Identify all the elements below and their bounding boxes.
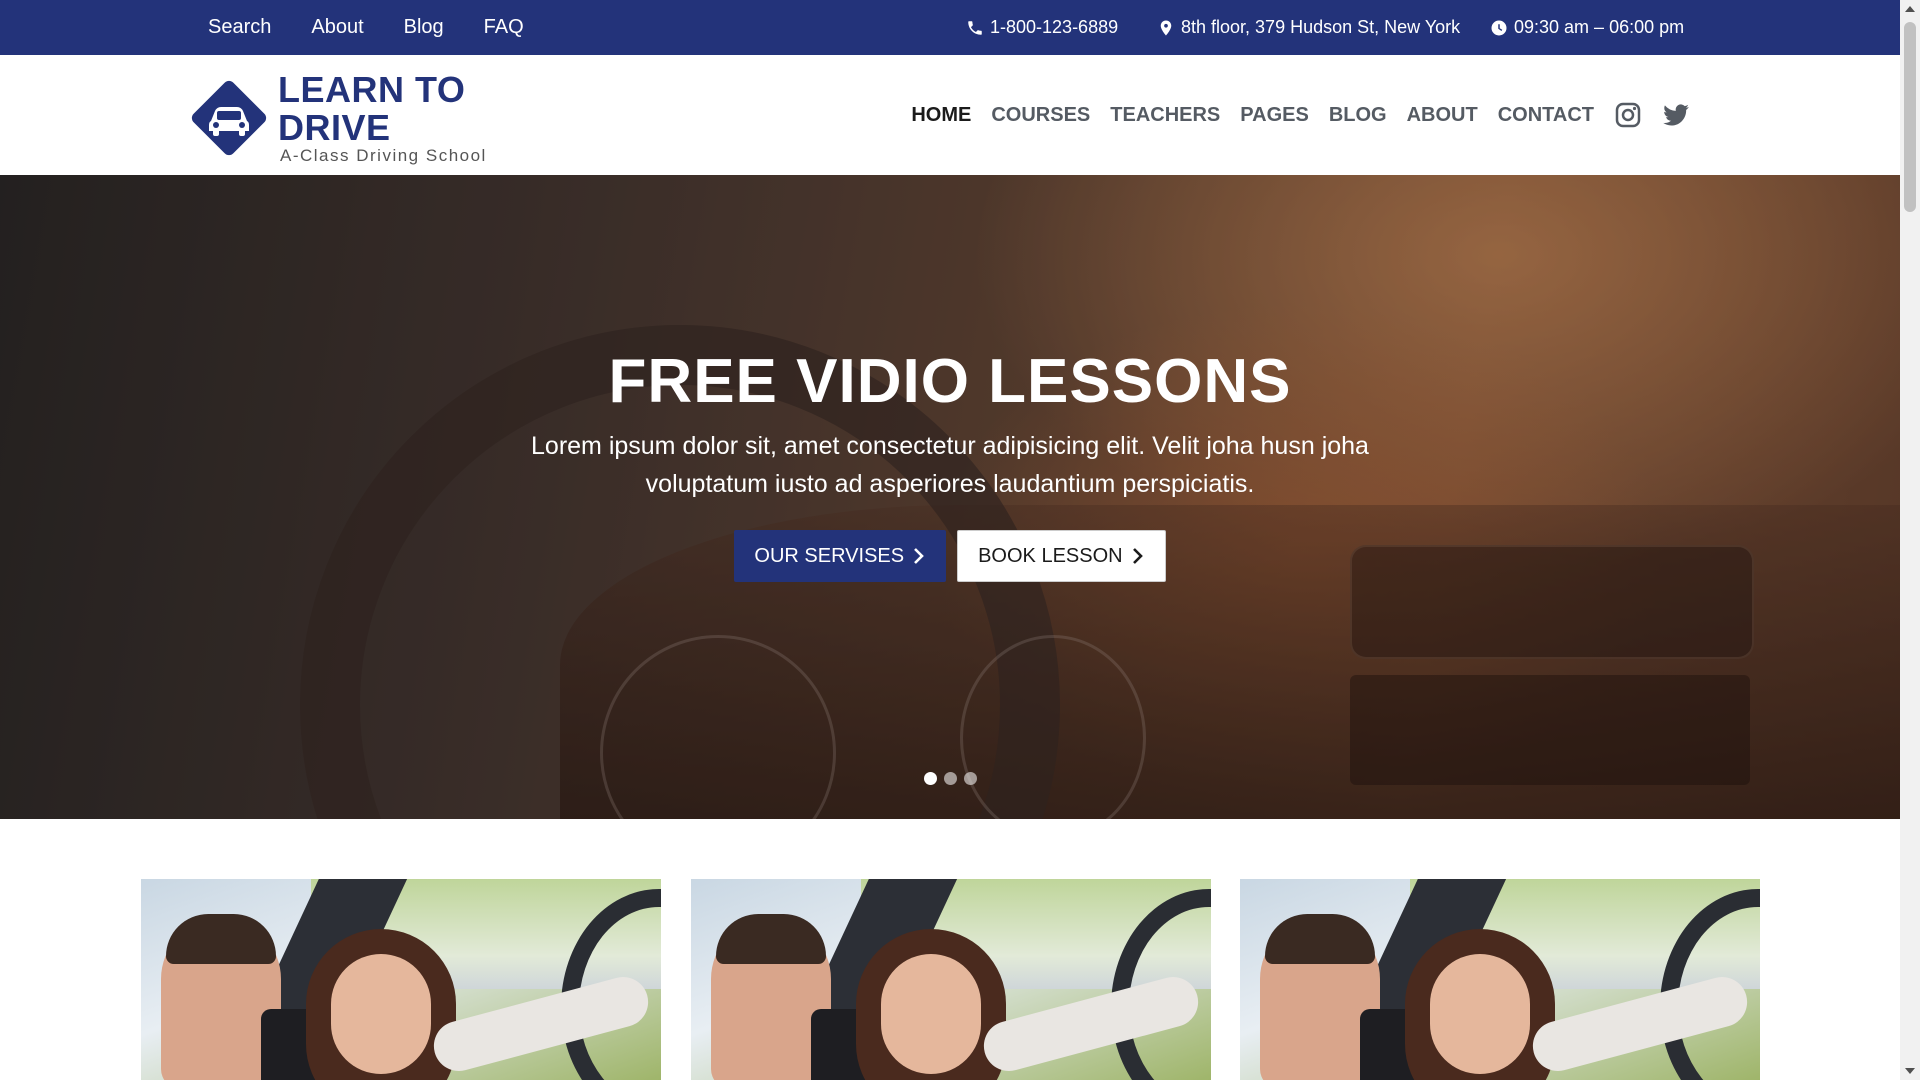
course-card-image[interactable]	[1240, 879, 1760, 1080]
hours-info: 09:30 am – 06:00 pm	[1490, 0, 1684, 55]
brand-tagline: A-Class Driving School	[280, 146, 487, 165]
course-cards	[141, 879, 1761, 1080]
phone-number: 1-800-123-6889	[990, 17, 1119, 37]
chevron-right-icon	[914, 548, 924, 564]
site-header: LEARN TO DRIVE A-Class Driving School HO…	[0, 55, 1900, 175]
our-services-label: OUR SERVISES	[754, 544, 905, 567]
hero-title: FREE VIDIO LESSONS	[608, 347, 1292, 416]
top-link-blog[interactable]: Blog	[404, 16, 444, 39]
slider-dot-1[interactable]	[923, 772, 937, 785]
main-nav: HOME COURSES TEACHERS PAGES BLOG ABOUT C…	[911, 55, 1690, 175]
book-lesson-label: BOOK LESSON	[978, 544, 1123, 567]
phone-icon	[968, 20, 982, 35]
nav-home[interactable]: HOME	[911, 104, 971, 127]
scrollbar-thumb[interactable]	[1904, 22, 1916, 212]
nav-teachers[interactable]: TEACHERS	[1110, 104, 1220, 127]
slider-dots	[0, 772, 1900, 785]
nav-courses[interactable]: COURSES	[991, 104, 1090, 127]
car-logo-icon	[186, 75, 272, 161]
site-logo[interactable]: LEARN TO DRIVE A-Class Driving School	[186, 69, 586, 165]
scroll-up-arrow-icon[interactable]	[1905, 6, 1915, 12]
scroll-down-arrow-icon[interactable]	[1905, 1068, 1915, 1074]
clock-icon	[1491, 20, 1507, 35]
hours-text: 09:30 am – 06:00 pm	[1514, 17, 1685, 37]
address-text: 8th floor, 379 Hudson St, New York	[1181, 17, 1461, 37]
vertical-scrollbar[interactable]	[1900, 0, 1920, 1080]
book-lesson-button[interactable]: BOOK LESSON	[957, 530, 1166, 582]
course-card-image[interactable]	[691, 879, 1211, 1080]
map-pin-icon	[1160, 20, 1172, 35]
hero-text: Lorem ipsum dolor sit, amet consectetur …	[531, 432, 1369, 498]
instagram-icon[interactable]	[1614, 101, 1642, 129]
twitter-icon[interactable]	[1662, 101, 1690, 129]
address-info: 8th floor, 379 Hudson St, New York	[1157, 0, 1460, 55]
chevron-right-icon	[1132, 548, 1143, 564]
hero-slider: FREE VIDIO LESSONS Lorem ipsum dolor sit…	[0, 175, 1900, 819]
hero-content: FREE VIDIO LESSONS Lorem ipsum dolor sit…	[0, 345, 1900, 582]
our-services-button[interactable]: OUR SERVISES	[734, 530, 947, 582]
slider-dot-3[interactable]	[963, 772, 977, 785]
slider-dot-2[interactable]	[943, 772, 957, 785]
top-link-about[interactable]: About	[311, 16, 363, 39]
nav-contact[interactable]: CONTACT	[1498, 104, 1594, 127]
nav-about[interactable]: ABOUT	[1407, 104, 1478, 127]
top-link-search[interactable]: Search	[208, 16, 271, 39]
top-link-faq[interactable]: FAQ	[484, 16, 524, 39]
nav-pages[interactable]: PAGES	[1240, 104, 1309, 127]
phone-info[interactable]: 1-800-123-6889	[966, 0, 1118, 55]
top-links: Search About Blog FAQ	[208, 0, 524, 55]
brand-name: LEARN TO DRIVE	[278, 69, 466, 148]
top-info-bar: Search About Blog FAQ 1-800-123-6889 8th…	[0, 0, 1900, 55]
course-card-image[interactable]	[141, 879, 661, 1080]
nav-blog[interactable]: BLOG	[1329, 104, 1387, 127]
